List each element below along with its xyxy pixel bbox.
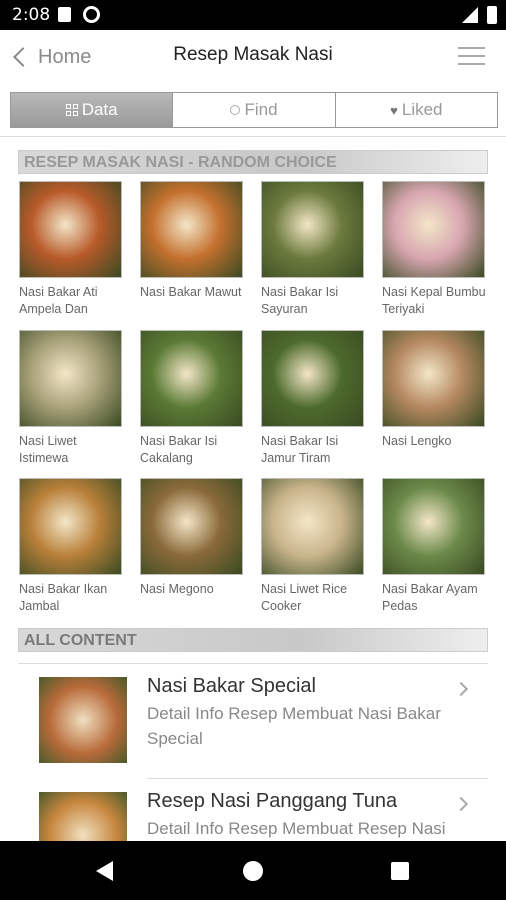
battery-icon: [487, 6, 497, 24]
tile-image: [261, 330, 364, 427]
menu-icon[interactable]: [458, 47, 485, 67]
divider: [0, 136, 506, 137]
list-thumb: [39, 677, 127, 763]
tile-item[interactable]: Nasi Bakar Isi Sayuran: [261, 181, 365, 318]
tile-image: [140, 181, 243, 278]
tile-image: [382, 478, 485, 575]
tile-caption: Nasi Bakar Ati Ampela Dan: [19, 285, 98, 316]
tab-find-label: Find: [244, 100, 278, 119]
tile-image: [382, 181, 485, 278]
tab-find[interactable]: Find: [173, 93, 336, 127]
tile-item[interactable]: Nasi Kepal Bumbu Teriyaki: [382, 181, 486, 318]
tile-image: [140, 330, 243, 427]
divider: [147, 778, 488, 779]
sync-icon: [83, 6, 100, 23]
tile-image: [140, 478, 243, 575]
tile-item[interactable]: Nasi Bakar Mawut: [140, 181, 244, 301]
tile-caption: Nasi Bakar Ikan Jambal: [19, 582, 108, 613]
tile-image: [19, 181, 122, 278]
tab-liked[interactable]: ♥ Liked: [335, 93, 497, 127]
tile-caption: Nasi Bakar Isi Jamur Tiram: [261, 434, 339, 465]
status-bar: 2:08: [0, 0, 506, 30]
segmented-tabs: Data Find ♥ Liked: [10, 92, 498, 128]
tile-image: [19, 478, 122, 575]
tile-item[interactable]: Nasi Liwet Rice Cooker: [261, 478, 365, 615]
tile-item[interactable]: Nasi Bakar Isi Jamur Tiram: [261, 330, 365, 467]
tab-data-label: Data: [81, 100, 118, 119]
chevron-right-icon: [453, 796, 469, 812]
nav-home-icon[interactable]: [243, 861, 263, 881]
heart-icon: ♥: [390, 102, 398, 118]
tab-liked-label: Liked: [401, 100, 443, 119]
tile-caption: Nasi Megono: [140, 582, 214, 596]
tile-caption: Nasi Bakar Isi Cakalang: [140, 434, 218, 465]
tile-caption: Nasi Liwet Rice Cooker: [261, 582, 348, 613]
nav-back-icon[interactable]: [96, 861, 113, 881]
divider: [18, 663, 488, 664]
tile-item[interactable]: Nasi Megono: [140, 478, 244, 598]
tile-item[interactable]: Nasi Lengko: [382, 330, 486, 450]
chevron-right-icon: [453, 681, 469, 697]
tile-item[interactable]: Nasi Bakar Ikan Jambal: [19, 478, 123, 615]
tile-caption: Nasi Bakar Mawut: [140, 285, 242, 299]
system-nav-bar: [0, 841, 506, 900]
tile-image: [261, 478, 364, 575]
list-item-title: Nasi Bakar Special: [147, 675, 316, 697]
tile-item[interactable]: Nasi Bakar Isi Cakalang: [140, 330, 244, 467]
tile-caption: Nasi Lengko: [382, 434, 452, 448]
signal-icon: [462, 7, 478, 23]
search-icon: [230, 105, 241, 115]
section-random-header: RESEP MASAK NASI - RANDOM CHOICE: [18, 150, 488, 174]
list-item-title: Resep Nasi Panggang Tuna: [147, 790, 398, 812]
tile-item[interactable]: Nasi Liwet Istimewa: [19, 330, 123, 467]
tile-image: [19, 330, 122, 427]
list-item-detail: Detail Info Resep Membuat Resep Nasi: [147, 819, 446, 838]
tile-caption: Nasi Liwet Istimewa: [19, 434, 77, 465]
app-bar: Home Resep Masak Nasi: [0, 30, 506, 85]
tile-caption: Nasi Bakar Isi Sayuran: [261, 285, 339, 316]
page-title: Resep Masak Nasi: [173, 44, 333, 65]
tile-item[interactable]: Nasi Bakar Ati Ampela Dan: [19, 181, 123, 318]
tile-caption: Nasi Kepal Bumbu Teriyaki: [382, 285, 486, 316]
list-item[interactable]: Nasi Bakar Special Detail Info Resep Mem…: [0, 663, 506, 778]
tile-image: [261, 181, 364, 278]
section-all-header: ALL CONTENT: [18, 628, 488, 652]
status-time: 2:08: [12, 5, 51, 25]
tab-data[interactable]: Data: [11, 93, 174, 127]
sd-card-icon: [58, 7, 71, 22]
nav-recents-icon[interactable]: [391, 862, 409, 880]
tile-image: [382, 330, 485, 427]
tile-caption: Nasi Bakar Ayam Pedas: [382, 582, 478, 613]
grid-icon: [65, 104, 78, 116]
tile-item[interactable]: Nasi Bakar Ayam Pedas: [382, 478, 486, 615]
list-item-detail: Detail Info Resep Membuat Nasi Bakar Spe…: [147, 704, 441, 748]
